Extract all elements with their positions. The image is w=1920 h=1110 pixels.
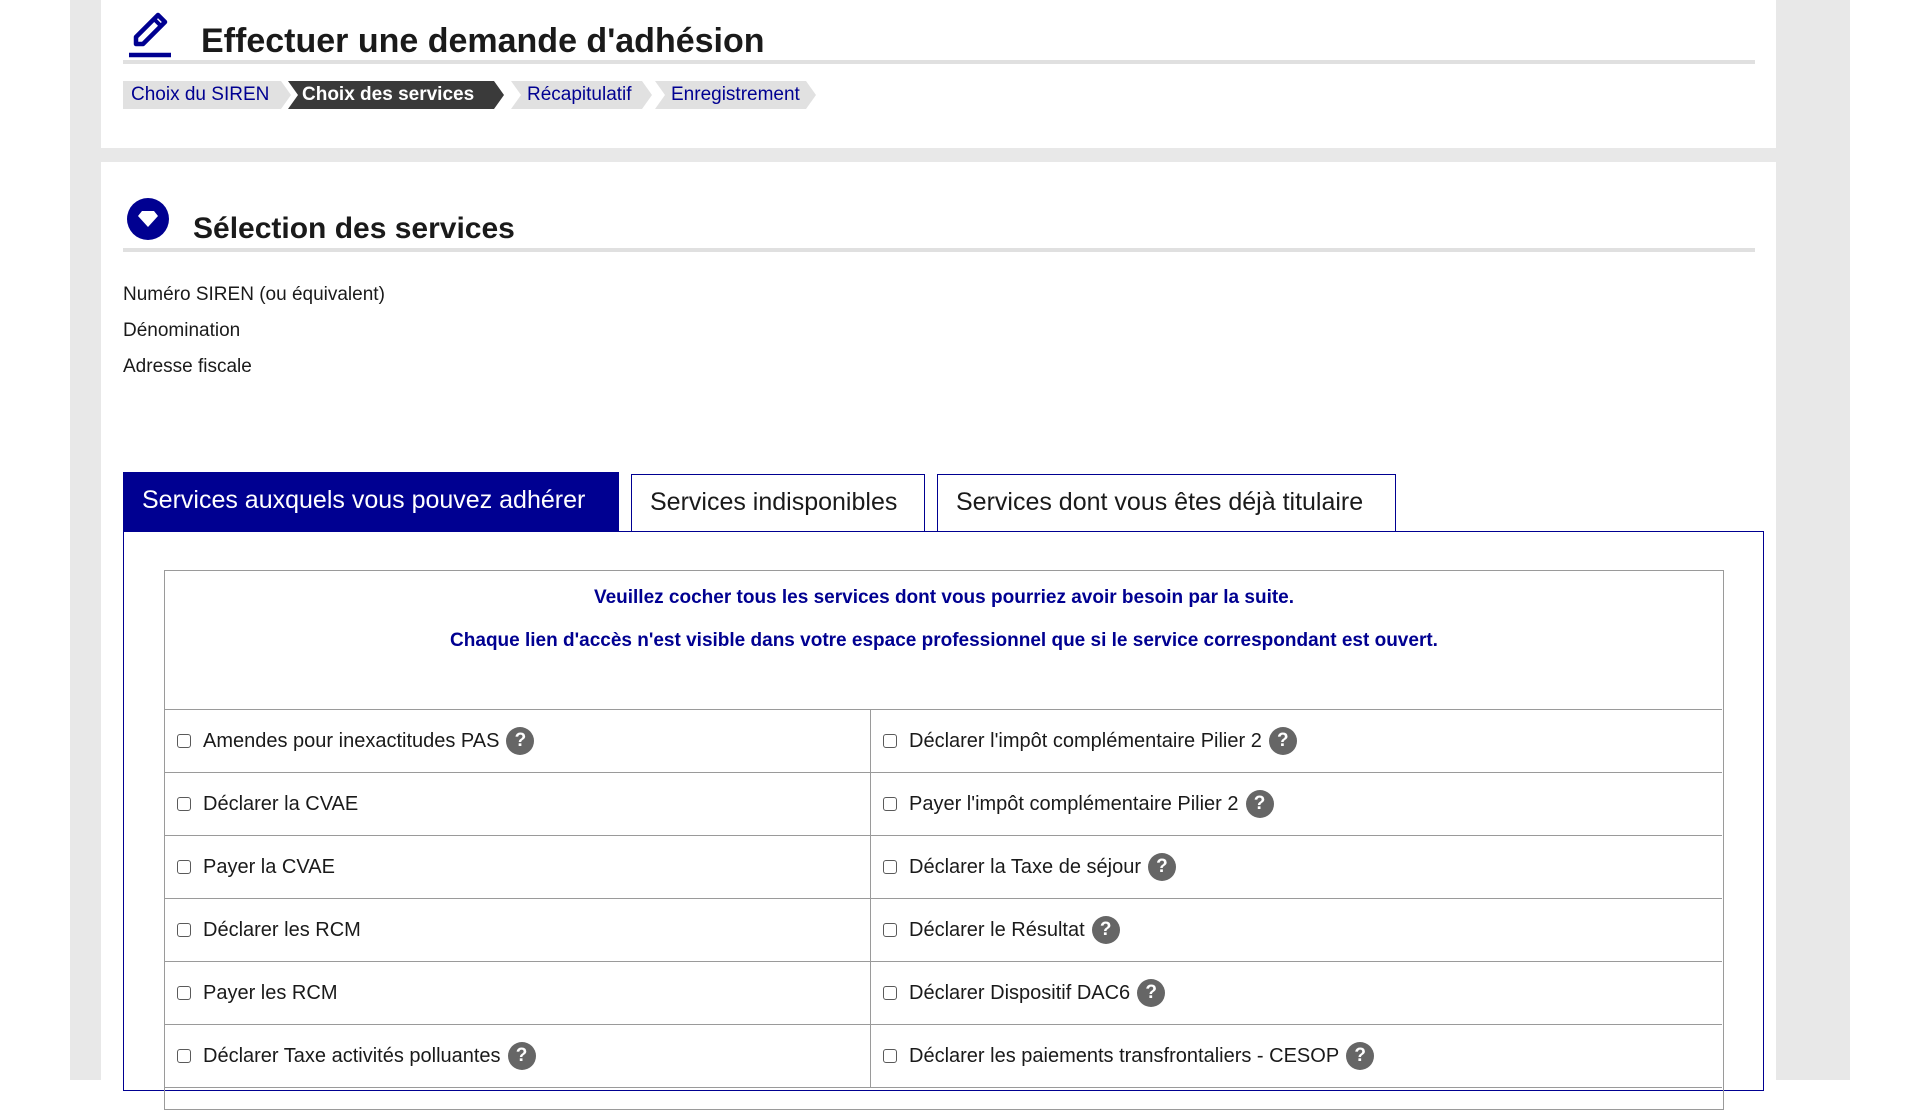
service-label: Déclarer Taxe activités polluantes	[203, 1044, 501, 1067]
service-cell: Déclarer le Résultat ?	[871, 899, 1722, 961]
help-icon[interactable]: ?	[1245, 790, 1274, 818]
service-label: Déclarer les RCM	[203, 918, 361, 941]
service-label: Payer l'impôt complémentaire Pilier 2	[909, 792, 1239, 815]
checkbox[interactable]	[883, 1049, 897, 1063]
service-label: Déclarer la Taxe de séjour	[909, 855, 1141, 878]
service-cell: Amendes pour inexactitudes PAS ?	[165, 710, 871, 772]
tab-services-titulaire[interactable]: Services dont vous êtes déjà titulaire	[937, 474, 1396, 531]
tab-services-indisponibles[interactable]: Services indisponibles	[631, 474, 925, 531]
table-row: Déclarer la CVAE Payer l'impôt complémen…	[165, 773, 1722, 836]
section-badge-icon	[127, 198, 169, 240]
checkbox[interactable]	[883, 986, 897, 1000]
service-cell: Déclarer l'impôt complémentaire Pilier 2…	[871, 710, 1722, 772]
table-row: Déclarer les RCM Déclarer le Résultat ?	[165, 899, 1722, 962]
help-icon[interactable]: ?	[1268, 727, 1297, 755]
tab-services-adherer[interactable]: Services auxquels vous pouvez adhérer	[123, 472, 619, 532]
service-label: Amendes pour inexactitudes PAS	[203, 729, 500, 752]
table-row: Amendes pour inexactitudes PAS ? Déclare…	[165, 710, 1722, 773]
section-title: Sélection des services	[193, 212, 515, 245]
step-choix-siren: Choix du SIREN	[123, 81, 291, 109]
tab-panel: Veuillez cocher tous les services dont v…	[123, 531, 1764, 1110]
services-grid: Amendes pour inexactitudes PAS ? Déclare…	[165, 709, 1722, 1088]
checkbox[interactable]	[883, 860, 897, 874]
help-icon[interactable]: ?	[506, 727, 535, 755]
step-recapitulatif: Récapitulatif	[511, 81, 652, 109]
service-label: Déclarer Dispositif DAC6	[909, 981, 1131, 1004]
service-label: Déclarer le Résultat	[909, 918, 1085, 941]
table-row: Payer la CVAE Déclarer la Taxe de séjour…	[165, 836, 1722, 899]
checkbox[interactable]	[883, 797, 897, 811]
checkbox[interactable]	[177, 860, 191, 874]
service-cell: Déclarer les RCM	[165, 899, 871, 961]
help-icon[interactable]: ?	[1147, 853, 1176, 881]
checkbox[interactable]	[177, 986, 191, 1000]
service-cell: Déclarer la Taxe de séjour ?	[871, 836, 1722, 898]
service-cell: Payer l'impôt complémentaire Pilier 2 ?	[871, 773, 1722, 835]
step-enregistrement: Enregistrement	[655, 81, 816, 109]
checkbox[interactable]	[883, 923, 897, 937]
diamond-icon	[138, 211, 158, 227]
pencil-icon	[129, 12, 171, 58]
adresse-fiscale-label: Adresse fiscale	[123, 356, 252, 377]
service-label: Déclarer les paiements transfrontaliers …	[909, 1044, 1340, 1067]
checkbox[interactable]	[177, 797, 191, 811]
section-header: Sélection des services	[123, 198, 1755, 252]
services-table: Veuillez cocher tous les services dont v…	[164, 570, 1724, 1110]
help-icon[interactable]: ?	[1137, 979, 1166, 1007]
checkbox[interactable]	[177, 923, 191, 937]
help-icon[interactable]: ?	[1346, 1042, 1375, 1070]
service-label: Payer les RCM	[203, 981, 338, 1004]
service-cell: Déclarer les paiements transfrontaliers …	[871, 1025, 1722, 1087]
notice-line-1: Veuillez cocher tous les services dont v…	[593, 587, 1295, 608]
header-panel: Effectuer une demande d'adhésion Choix d…	[101, 0, 1776, 148]
service-cell: Payer la CVAE	[165, 836, 871, 898]
help-icon[interactable]: ?	[507, 1042, 536, 1070]
siren-label: Numéro SIREN (ou équivalent)	[123, 284, 385, 305]
page-header: Effectuer une demande d'adhésion	[123, 0, 1755, 64]
notice-line-2: Chaque lien d'accès n'est visible dans v…	[450, 630, 1438, 651]
service-label: Payer la CVAE	[203, 855, 335, 878]
denomination-label: Dénomination	[123, 320, 241, 341]
service-cell: Déclarer Dispositif DAC6 ?	[871, 962, 1722, 1024]
service-cell: Payer les RCM	[165, 962, 871, 1024]
checkbox[interactable]	[177, 734, 191, 748]
service-cell: Déclarer la CVAE	[165, 773, 871, 835]
checkbox[interactable]	[883, 734, 897, 748]
step-choix-services: Choix des services	[288, 81, 504, 109]
service-label: Déclarer la CVAE	[203, 792, 359, 815]
table-row: Payer les RCM Déclarer Dispositif DAC6 ?	[165, 962, 1722, 1025]
service-label: Déclarer l'impôt complémentaire Pilier 2	[909, 729, 1262, 752]
help-icon[interactable]: ?	[1091, 916, 1120, 944]
checkbox[interactable]	[177, 1049, 191, 1063]
service-cell: Déclarer Taxe activités polluantes ?	[165, 1025, 871, 1087]
table-row: Déclarer Taxe activités polluantes ? Déc…	[165, 1025, 1722, 1088]
page-title: Effectuer une demande d'adhésion	[201, 22, 765, 60]
